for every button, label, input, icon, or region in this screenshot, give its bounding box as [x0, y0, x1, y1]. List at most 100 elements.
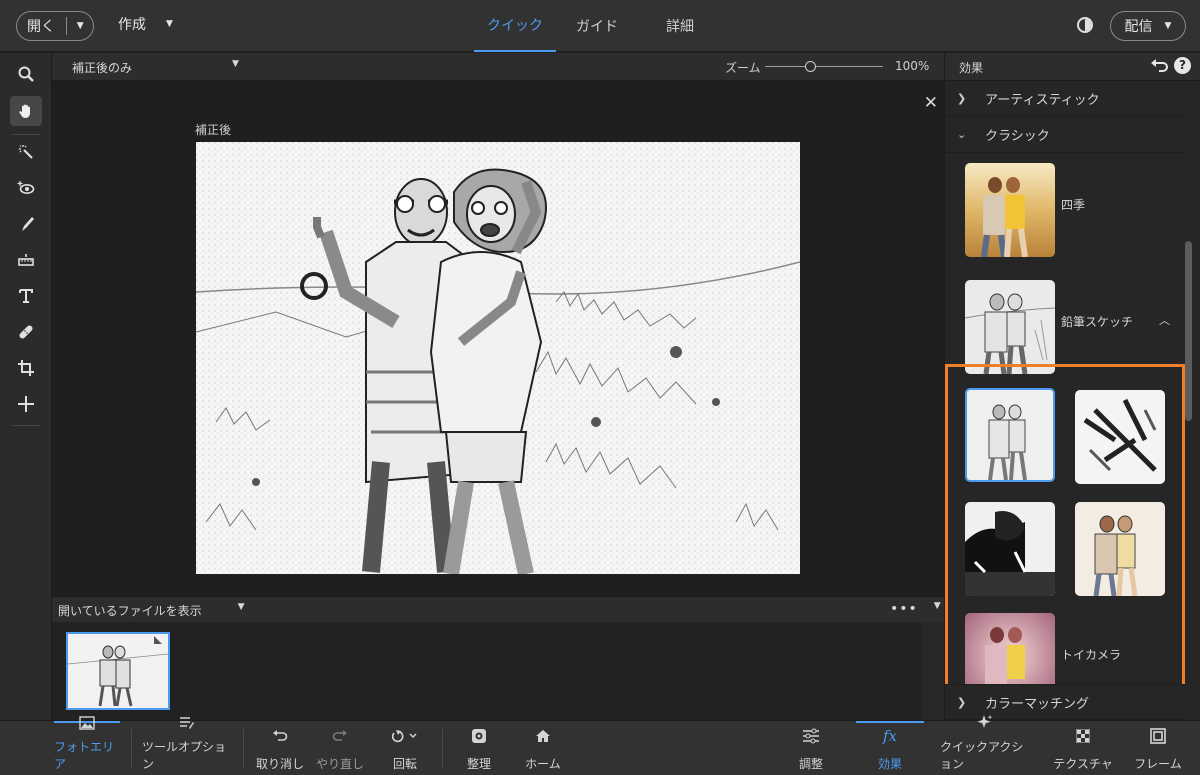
view-select[interactable]: 補正後のみ ▼	[72, 59, 239, 76]
crop-tool-icon[interactable]	[10, 353, 42, 383]
category-classic[interactable]: ⌄ クラシック	[945, 117, 1185, 153]
straighten-icon[interactable]	[10, 245, 42, 275]
textures-button[interactable]: テクスチャ	[1052, 721, 1114, 775]
share-button[interactable]: 配信 ▼	[1110, 11, 1186, 41]
chevron-down-icon: ▼	[232, 59, 239, 69]
quick-actions-button[interactable]: クイックアクション	[940, 715, 1030, 775]
open-label: 開く	[27, 19, 55, 35]
quick-actions-label: クイックアクション	[940, 740, 1024, 771]
undo-button[interactable]: 取り消し	[254, 721, 306, 775]
home-button[interactable]: ホーム	[520, 721, 566, 775]
adjustments-button[interactable]: 調整	[788, 721, 834, 775]
frames-button[interactable]: フレーム	[1132, 721, 1184, 775]
photo-caption: 補正後	[195, 123, 232, 137]
effects-label: 効果	[877, 757, 902, 771]
hand-tool-icon[interactable]	[10, 96, 42, 126]
spot-healing-icon[interactable]	[10, 317, 42, 347]
canvas-area: ✕ 補正後	[52, 81, 944, 596]
tool-options-label: ツールオプション	[142, 740, 227, 771]
chevron-down-icon[interactable]: ▼	[934, 601, 941, 617]
category-label: カラーマッチング	[985, 696, 1090, 712]
chevron-right-icon: ❯	[957, 92, 967, 105]
rotate-button[interactable]: 回転	[382, 721, 428, 775]
category-artistic[interactable]: ❯ アーティスティック	[945, 81, 1185, 117]
rotate-icon	[390, 725, 420, 747]
effect-name-pencil-sketch: 鉛筆スケッチ	[1061, 315, 1134, 329]
open-dropdown-icon[interactable]: ▼	[67, 21, 93, 31]
chevron-down-icon: ▼	[166, 19, 173, 29]
effects-scroll-thumb[interactable]	[1185, 241, 1192, 421]
home-label: ホーム	[525, 757, 561, 771]
chevron-up-icon[interactable]: ︿	[1159, 312, 1170, 328]
redo-label: やり直し	[315, 757, 364, 771]
rotate-label: 回転	[392, 757, 417, 771]
sparkle-icon	[976, 714, 994, 730]
photo-bin	[52, 622, 944, 720]
toolbar-divider	[12, 425, 40, 426]
canvas-options-bar: 補正後のみ ▼ ズーム 100%	[52, 53, 944, 81]
tab-guided[interactable]: ガイド	[556, 0, 638, 52]
effect-thumbnail-pencil-sketch[interactable]	[965, 280, 1055, 374]
red-eye-icon[interactable]	[10, 173, 42, 203]
contrast-icon[interactable]	[1077, 17, 1093, 33]
fx-icon: fx	[882, 727, 897, 745]
chevron-down-icon: ▼	[1164, 21, 1172, 31]
undo-icon	[272, 725, 288, 747]
tab-expert[interactable]: 詳細	[638, 0, 722, 52]
bin-thumbnail[interactable]	[66, 632, 170, 710]
pencil-sketch-photo[interactable]	[196, 142, 800, 574]
photo-area-button[interactable]: フォトエリア	[54, 716, 120, 775]
effect-thumbnail-toy-camera[interactable]	[965, 613, 1055, 684]
effects-button[interactable]: fx 効果	[856, 721, 924, 775]
create-menu[interactable]: 作成 ▼	[118, 14, 173, 34]
effects-list: 四季 鉛筆スケッチ ︿ トイカメラ	[945, 154, 1185, 684]
photo-bin-scrollbar[interactable]	[922, 622, 944, 720]
toolbar-divider	[12, 134, 40, 135]
effects-panel-actions: ?	[1150, 57, 1191, 74]
chevron-down-icon: ▼	[237, 602, 245, 612]
effects-panel-title: 効果	[959, 61, 984, 75]
frame-icon	[1150, 725, 1166, 747]
photo-bin-menu[interactable]: ••• ▼	[890, 601, 941, 617]
undo-label: 取り消し	[255, 757, 304, 771]
effect-name-toy-camera: トイカメラ	[1061, 648, 1122, 662]
open-button[interactable]: 開く ▼	[16, 11, 94, 41]
redo-button[interactable]: やり直し	[314, 721, 366, 775]
tab-quick[interactable]: クイック	[474, 0, 556, 52]
whiten-teeth-icon[interactable]	[10, 209, 42, 239]
zoom-tool-icon[interactable]	[10, 59, 42, 89]
effect-thumbnail-seasons[interactable]	[965, 163, 1055, 257]
create-label: 作成	[118, 17, 146, 33]
quick-selection-icon[interactable]	[10, 137, 42, 167]
tool-bar	[0, 53, 52, 720]
tool-options-button[interactable]: ツールオプション	[142, 717, 232, 775]
photo-bin-title: 開いているファイルを表示	[58, 604, 202, 618]
effects-panel: 効果 ? ❯ アーティスティック ⌄ クラシック 四季 鉛筆スケッチ ︿ トイカ…	[944, 53, 1200, 720]
organizer-label: 整理	[466, 757, 491, 771]
frames-label: フレーム	[1134, 757, 1182, 771]
effect-name-seasons: 四季	[1061, 198, 1086, 212]
close-icon[interactable]: ✕	[924, 93, 938, 113]
zoom-slider-track[interactable]	[765, 66, 883, 67]
text-tool-icon[interactable]	[10, 281, 42, 311]
bottombar-divider	[442, 729, 443, 769]
move-tool-icon[interactable]	[10, 389, 42, 419]
reset-icon[interactable]	[1150, 58, 1168, 74]
top-bar: 開く ▼ 作成 ▼ クイック ガイド 詳細 配信 ▼	[0, 0, 1200, 52]
category-label: クラシック	[985, 129, 1050, 144]
home-icon	[535, 725, 551, 747]
tool-options-icon	[179, 716, 195, 730]
chevron-right-icon: ❯	[957, 695, 967, 709]
photo-icon	[79, 716, 95, 730]
photo-area-label: フォトエリア	[54, 740, 115, 771]
more-icon[interactable]: •••	[890, 601, 918, 617]
photo-bin-header: 開いているファイルを表示 ▼ ••• ▼	[52, 596, 944, 622]
organizer-button[interactable]: 整理	[456, 721, 502, 775]
zoom-label: ズーム	[725, 61, 761, 75]
help-icon[interactable]: ?	[1174, 57, 1191, 74]
category-label: アーティスティック	[985, 93, 1100, 108]
zoom-slider-thumb[interactable]	[805, 61, 816, 72]
photo-bin-selector[interactable]: 開いているファイルを表示 ▼	[58, 602, 245, 619]
bottom-bar: フォトエリア ツールオプション 取り消し やり直し 回転 整理 ホーム 調整 f…	[0, 715, 1200, 775]
chevron-down-icon: ⌄	[957, 128, 967, 141]
